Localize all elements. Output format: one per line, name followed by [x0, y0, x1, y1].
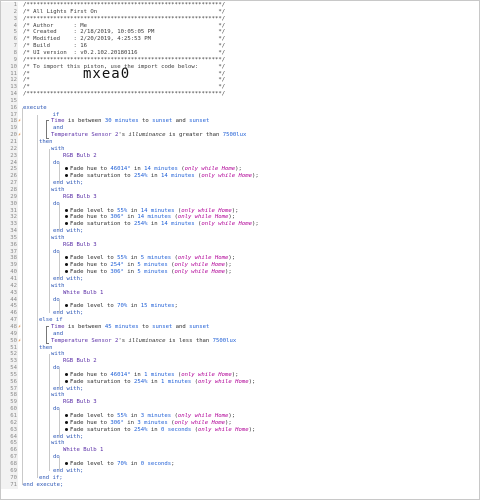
- task-bullet-icon: [65, 304, 68, 308]
- import-code: mxea0: [83, 66, 131, 83]
- task-bullet-icon: [65, 420, 68, 424]
- task-bullet-icon: [65, 215, 68, 219]
- task-bullet-icon: [65, 167, 68, 171]
- line-number: 71: [1, 481, 18, 489]
- block-guide: [59, 299, 60, 314]
- task-bullet-icon: [65, 263, 68, 267]
- task-bullet-icon: [65, 174, 68, 178]
- task-bullet-icon: [65, 208, 68, 212]
- block-guide: [59, 162, 60, 184]
- task-bullet-icon: [65, 427, 68, 431]
- code-text: end execute;: [23, 481, 64, 488]
- block-guide: [49, 148, 50, 314]
- task-bullet-icon: [65, 414, 68, 417]
- block-guide: [49, 354, 50, 471]
- task-bullet-icon: [65, 270, 68, 274]
- task-bullet-icon: [65, 379, 68, 383]
- condition-group-bracket: [46, 325, 49, 345]
- block-guide: [59, 457, 60, 471]
- condition-group-bracket: [46, 120, 49, 139]
- block-guide: [59, 409, 60, 437]
- task-bullet-icon: [65, 222, 68, 226]
- block-guide: [59, 203, 60, 232]
- block-guide: [22, 107, 23, 485]
- task-bullet-icon: [65, 461, 68, 465]
- block-guide: [37, 114, 38, 478]
- block-guide: [59, 251, 60, 279]
- piston-code-view: 1/**************************************…: [0, 0, 480, 500]
- code-line: 71 end execute;: [1, 481, 479, 489]
- task-bullet-icon: [65, 256, 68, 260]
- block-guide: [59, 368, 60, 389]
- task-bullet-icon: [65, 372, 68, 376]
